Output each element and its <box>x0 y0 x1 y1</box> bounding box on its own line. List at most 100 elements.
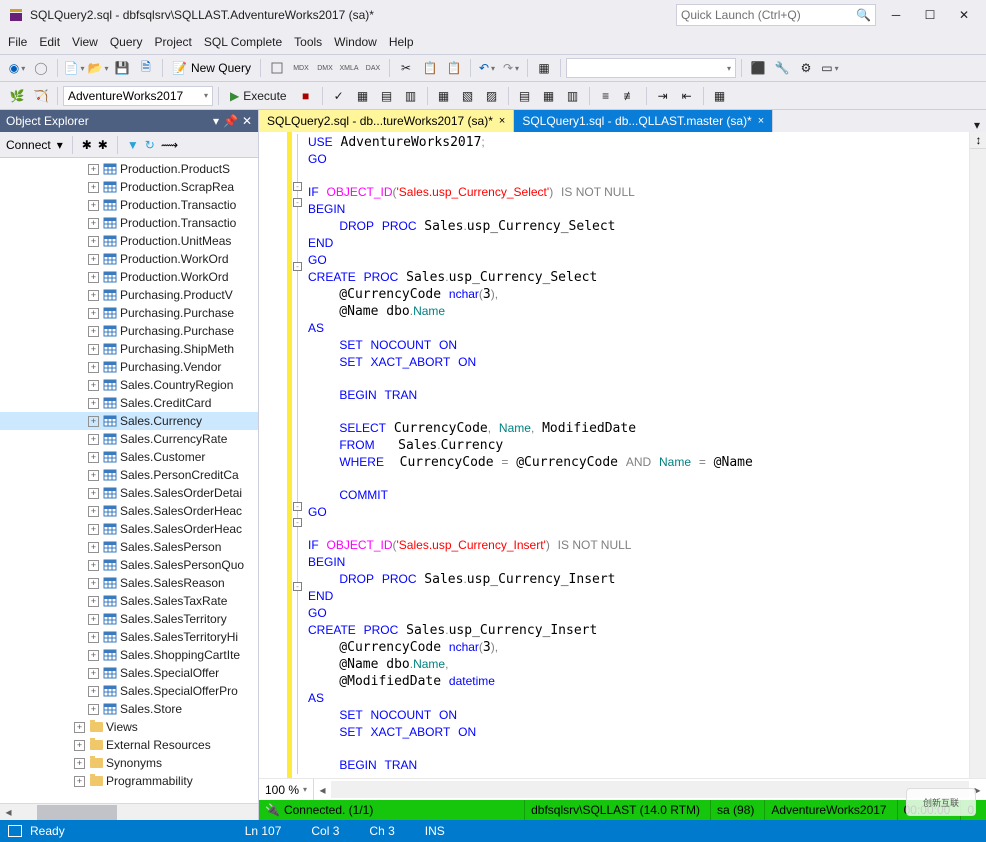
tree-item-production-products[interactable]: +Production.ProductS <box>0 160 258 178</box>
menu-view[interactable]: View <box>72 35 98 49</box>
menu-window[interactable]: Window <box>334 35 377 49</box>
expand-icon[interactable]: + <box>88 434 99 445</box>
collapse-toggle[interactable]: - <box>293 502 302 511</box>
expand-icon[interactable]: + <box>88 452 99 463</box>
split-icon[interactable]: ↕ <box>970 132 986 149</box>
tree-item-sales-salespersonquo[interactable]: +Sales.SalesPersonQuo <box>0 556 258 574</box>
paste-button[interactable]: 📋 <box>443 57 465 79</box>
expand-icon[interactable]: + <box>88 632 99 643</box>
tree-item-production-unitmeas[interactable]: +Production.UnitMeas <box>0 232 258 250</box>
menu-project[interactable]: Project <box>155 35 192 49</box>
results-file-button[interactable]: ▥ <box>562 85 584 107</box>
expand-icon[interactable]: + <box>74 740 85 751</box>
menu-tools[interactable]: Tools <box>294 35 322 49</box>
expand-icon[interactable]: + <box>88 254 99 265</box>
expand-icon[interactable]: + <box>88 614 99 625</box>
tree-item-purchasing-purchase[interactable]: +Purchasing.Purchase <box>0 322 258 340</box>
collapse-toggle[interactable]: - <box>293 182 302 191</box>
xmla-button-2[interactable]: DAX <box>362 57 384 79</box>
menu-query[interactable]: Query <box>110 35 143 49</box>
expand-icon[interactable]: + <box>88 362 99 373</box>
filter-icon[interactable]: ▼ <box>127 138 139 152</box>
uncomment-button[interactable]: ≢ <box>619 85 641 107</box>
redo-button[interactable]: ↷▾ <box>500 57 522 79</box>
expand-icon[interactable]: + <box>88 650 99 661</box>
tree-item-sales-currencyrate[interactable]: +Sales.CurrencyRate <box>0 430 258 448</box>
change-connection-button[interactable]: 🏹 <box>30 85 52 107</box>
actual-plan-button[interactable]: ▦ <box>433 85 455 107</box>
tree-item-purchasing-vendor[interactable]: +Purchasing.Vendor <box>0 358 258 376</box>
save-all-button[interactable]: 🗎 <box>135 57 157 79</box>
expand-icon[interactable]: + <box>88 290 99 301</box>
tool-btn-window[interactable]: ▭▾ <box>819 57 841 79</box>
disconnect-icon[interactable]: ✱ <box>82 138 92 152</box>
undo-button[interactable]: ↶▾ <box>476 57 498 79</box>
connect-dropdown-icon[interactable]: ▾ <box>57 138 63 152</box>
save-button[interactable]: 💾 <box>111 57 133 79</box>
tree-item-sales-salesterritoryhi[interactable]: +Sales.SalesTerritoryHi <box>0 628 258 646</box>
tree-item-sales-specialofferpro[interactable]: +Sales.SpecialOfferPro <box>0 682 258 700</box>
estimated-plan-button[interactable]: ▦ <box>352 85 374 107</box>
vertical-scrollbar[interactable]: ↕ <box>969 132 986 778</box>
document-tab[interactable]: SQLQuery2.sql - db...tureWorks2017 (sa)*… <box>259 110 514 132</box>
expand-icon[interactable]: + <box>88 506 99 517</box>
tab-close-icon[interactable]: × <box>758 115 764 127</box>
sql-editor[interactable]: ------ USE AdventureWorks2017; GO IF OBJ… <box>259 132 986 778</box>
refresh-icon[interactable]: ↻ <box>145 138 155 152</box>
specify-values-button[interactable]: ▦ <box>709 85 731 107</box>
client-stats-button[interactable]: ▨ <box>481 85 503 107</box>
collapse-toggle[interactable]: - <box>293 582 302 591</box>
dropdown-icon[interactable]: ▾ <box>213 114 219 128</box>
expand-icon[interactable]: + <box>88 218 99 229</box>
disconnect-all-icon[interactable]: ✱ <box>98 138 108 152</box>
grid-button[interactable]: ▦ <box>533 57 555 79</box>
tree-item-sales-store[interactable]: +Sales.Store <box>0 700 258 718</box>
live-stats-button[interactable]: ▧ <box>457 85 479 107</box>
query-options-button[interactable]: ▤ <box>376 85 398 107</box>
tree-item-sales-personcreditca[interactable]: +Sales.PersonCreditCa <box>0 466 258 484</box>
tree-folder-external-resources[interactable]: +External Resources <box>0 736 258 754</box>
quick-launch-input[interactable]: Quick Launch (Ctrl+Q) 🔍 <box>676 4 876 26</box>
tree-item-sales-creditcard[interactable]: +Sales.CreditCard <box>0 394 258 412</box>
new-query-button[interactable]: 📝 New Query <box>168 57 255 79</box>
tool-btn-wrench[interactable]: 🔧 <box>771 57 793 79</box>
expand-icon[interactable]: + <box>88 578 99 589</box>
expand-icon[interactable]: + <box>88 416 99 427</box>
tree-item-production-scraprea[interactable]: +Production.ScrapRea <box>0 178 258 196</box>
menu-edit[interactable]: Edit <box>39 35 60 49</box>
expand-icon[interactable]: + <box>88 470 99 481</box>
back-button[interactable]: ◉▾ <box>6 57 28 79</box>
expand-icon[interactable]: + <box>88 398 99 409</box>
tree-item-purchasing-purchase[interactable]: +Purchasing.Purchase <box>0 304 258 322</box>
collapse-toggle[interactable]: - <box>293 262 302 271</box>
connect-icon[interactable]: 🌿 <box>6 85 28 107</box>
tree-item-sales-salesorderheac[interactable]: +Sales.SalesOrderHeac <box>0 502 258 520</box>
expand-icon[interactable]: + <box>88 488 99 499</box>
minimize-button[interactable]: ─ <box>882 4 910 26</box>
expand-icon[interactable]: + <box>88 308 99 319</box>
tree-item-sales-specialoffer[interactable]: +Sales.SpecialOffer <box>0 664 258 682</box>
expand-icon[interactable]: + <box>74 758 85 769</box>
expand-icon[interactable]: + <box>88 344 99 355</box>
close-button[interactable]: ✕ <box>950 4 978 26</box>
tree-item-production-transactio[interactable]: +Production.Transactio <box>0 196 258 214</box>
tree-item-sales-salesreason[interactable]: +Sales.SalesReason <box>0 574 258 592</box>
expand-icon[interactable]: + <box>88 200 99 211</box>
copy-button[interactable]: 📋 <box>419 57 441 79</box>
execute-button[interactable]: ▶ Execute <box>224 85 293 107</box>
outdent-button[interactable]: ⇤ <box>676 85 698 107</box>
expand-icon[interactable]: + <box>88 668 99 679</box>
close-panel-icon[interactable]: ✕ <box>242 114 252 128</box>
expand-icon[interactable]: + <box>74 722 85 733</box>
database-combo[interactable]: AdventureWorks2017 ▾ <box>63 86 213 106</box>
tree-item-sales-salesterritory[interactable]: +Sales.SalesTerritory <box>0 610 258 628</box>
document-tab[interactable]: SQLQuery1.sql - db...QLLAST.master (sa)*… <box>514 110 773 132</box>
expand-icon[interactable]: + <box>88 236 99 247</box>
stop-button[interactable]: ■ <box>295 85 317 107</box>
editor-hscrollbar[interactable] <box>331 781 969 798</box>
tree-item-sales-shoppingcartite[interactable]: +Sales.ShoppingCartIte <box>0 646 258 664</box>
collapse-toggle[interactable]: - <box>293 518 302 527</box>
menu-help[interactable]: Help <box>389 35 414 49</box>
tree-item-purchasing-productv[interactable]: +Purchasing.ProductV <box>0 286 258 304</box>
tool-btn-gears[interactable]: ⚙ <box>795 57 817 79</box>
